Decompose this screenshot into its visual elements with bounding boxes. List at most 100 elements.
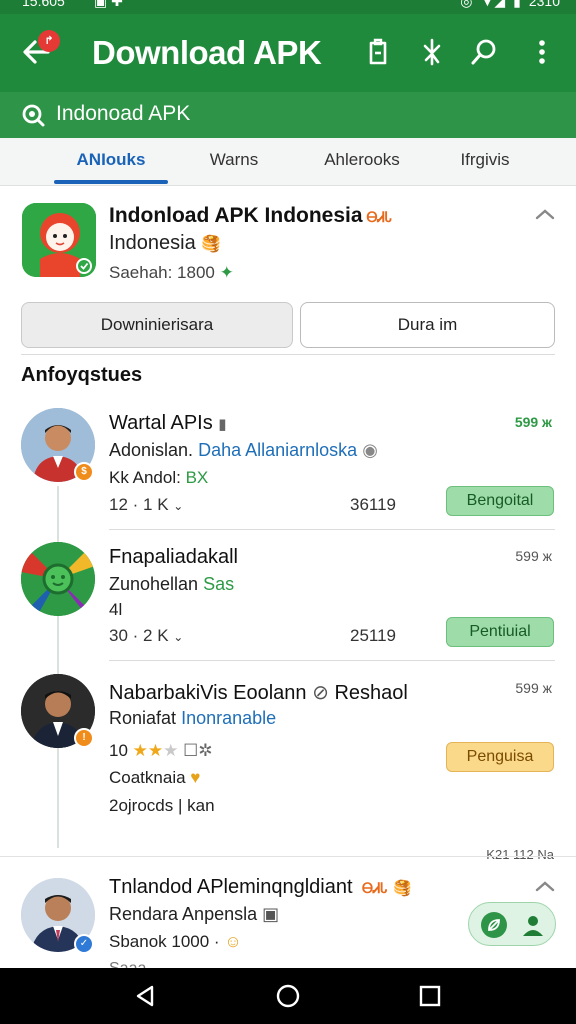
item-title: Wartal APIs ▮ [109, 412, 227, 435]
install-button[interactable]: Pentiuial [446, 617, 554, 647]
mascot-icon [22, 203, 96, 277]
status-icons: ◎ ▼◢ ▮ 2310 [460, 0, 560, 8]
pin-icon[interactable] [416, 36, 448, 68]
verified-badge-icon: ✓ [74, 934, 94, 954]
nav-home-icon[interactable] [274, 982, 302, 1010]
orange-badge-icon: $ [74, 462, 94, 482]
footer-note: K21 112 Na [486, 847, 554, 862]
person-icon[interactable] [519, 911, 547, 939]
search-bar[interactable]: Indonoad APK [0, 92, 576, 138]
item-title: NabarbakiVis Eoolann ⊘ Reshaol [109, 680, 408, 705]
tab-ahlerooks[interactable]: Ahlerooks [304, 138, 420, 186]
install-button[interactable]: Bengoital [446, 486, 554, 516]
shield-icon: ♥ [190, 768, 201, 787]
item-line-b: Sas [203, 574, 235, 594]
item-line-b: Inonranable [181, 708, 277, 728]
item-title-text: Wartal APIs [109, 412, 213, 434]
sparkle-icon: ☐✲ [183, 741, 213, 760]
item-line-a: Adonislan. [109, 440, 194, 460]
item-line: Adonislan. Daha Allaniarnloska ◉ [109, 440, 378, 461]
collapse-icon[interactable] [534, 206, 556, 224]
search-icon[interactable] [468, 36, 500, 68]
lock-icon: ▮ [218, 416, 227, 433]
install-button[interactable]: Penguisa [446, 742, 554, 772]
item-line: Sbanok 1000 · ☺ [109, 932, 242, 952]
notification-badge: ↱ [38, 30, 60, 52]
clock-icon: ⊘ [312, 682, 329, 704]
item-stats-text: 30 · 2 K [109, 626, 169, 645]
bag-icon: ▣ [262, 904, 280, 924]
avatar [21, 542, 95, 616]
notification-icons: ▣ ✚ [94, 0, 123, 9]
signal-icon: ▼◢ [480, 0, 506, 9]
item-size: 599 ж [515, 680, 552, 696]
system-nav-bar [0, 968, 576, 1024]
item-line-a: Zunohellan [109, 574, 199, 594]
item-title: Tnlandod APleminqngldiant ᎾᏗᏓ 🥞 [109, 876, 412, 899]
floating-action-button[interactable] [468, 902, 556, 946]
app-name-text: Indonload APK Indonesia [109, 204, 363, 227]
item-line: Roniafat Inonranable [109, 708, 276, 729]
tab-bar: ANIouks Warns Ahlerooks Ifrgivis [0, 138, 576, 186]
rating-row: 10 ★★★ ☐✲ [109, 741, 213, 761]
app-subtitle: Indonesia 🥞 [109, 232, 221, 255]
item-line-a: Coatknaia [109, 768, 186, 787]
app-icon[interactable] [22, 203, 96, 277]
item-line-b: BX [185, 468, 209, 487]
app-bar: ↱ Download APK [0, 14, 576, 92]
item-line: Coatknaia ♥ [109, 768, 200, 788]
nav-recents-icon[interactable] [416, 982, 444, 1010]
game-logo-icon [21, 542, 95, 616]
item-count: 25119 [350, 626, 397, 645]
leaf-icon[interactable] [481, 912, 507, 938]
item-title-b: Reshaol [334, 682, 408, 704]
tab-warns[interactable]: Warns [192, 138, 276, 186]
search-input[interactable]: Indonoad APK [56, 102, 190, 126]
collapse-icon[interactable] [534, 878, 556, 896]
app-subtitle-text: Indonesia [109, 232, 196, 254]
status-bar: 15:605 ▣ ✚ ◎ ▼◢ ▮ 2310 [0, 0, 576, 14]
item-line: Kk Andol: BX [109, 468, 208, 488]
app-name: Indonload APK Indonesia ᎾᏗᏓ [109, 204, 392, 228]
item-line-a: Sbanok 1000 · [109, 932, 220, 951]
verified-icon: ✦ [219, 263, 234, 282]
item-line: 2ojrocds | kan [109, 796, 215, 815]
orange-badge-icon: ! [74, 728, 94, 748]
app-bar-title: Download APK [92, 34, 322, 71]
star-half-icon: ★ [163, 741, 179, 760]
app-meta: Saehah: 1800 ✦ [109, 263, 234, 283]
nav-back-icon[interactable] [132, 982, 160, 1010]
rating-value: 10 [109, 741, 128, 760]
battery-icon: ▮ [513, 0, 521, 9]
item-count: 36119 [350, 495, 397, 514]
info-icon: ◉ [362, 440, 378, 460]
active-tab-indicator [54, 180, 168, 184]
divider [109, 529, 555, 530]
alarm-icon: ◎ [460, 0, 473, 9]
star-rating-icon: ★★ [132, 741, 164, 760]
item-line: Zunohellan Sas [109, 574, 234, 595]
food-emoji-icon: 🥞 [393, 880, 412, 897]
item-line-a: Roniafat [109, 708, 177, 728]
clipboard-icon[interactable] [362, 36, 394, 68]
item-line-b: Daha Allaniarnloska [198, 440, 358, 460]
leaf-glyph [488, 919, 500, 931]
item-size: 599 ж [514, 414, 552, 430]
food-emoji-icon: 🥞 [201, 236, 222, 253]
item-title: Fnapaliadakall [109, 546, 238, 568]
primary-action-button[interactable]: Downinierisara [21, 302, 293, 348]
item-line: 4l [109, 600, 123, 619]
item-stats: 12 · 1 K ⌄ [109, 495, 183, 515]
chevron-down-icon: ⌄ [173, 630, 184, 644]
item-title-text: NabarbakiVis Eoolann [109, 682, 307, 704]
section-title: Anfoyqstues [21, 364, 143, 386]
secondary-action-button[interactable]: Dura im [300, 302, 555, 348]
item-line: Rendara Anpensla ▣ [109, 904, 279, 925]
title-badge: ᎾᏗᏓ [362, 880, 388, 896]
tab-ifrgivis[interactable]: Ifrgivis [440, 138, 530, 186]
app-screen: 15:605 ▣ ✚ ◎ ▼◢ ▮ 2310 ↱ Download APK In… [0, 0, 576, 1024]
item-stats-text: 12 · 1 K [109, 495, 169, 514]
tab-anlouks[interactable]: ANIouks [54, 138, 168, 186]
smile-icon: ☺ [224, 932, 242, 951]
more-vert-icon[interactable] [526, 36, 558, 68]
